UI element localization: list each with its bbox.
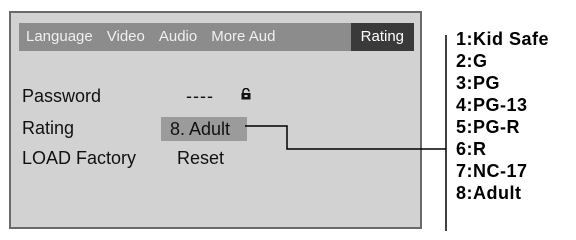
rating-options-list: 1:Kid Safe 2:G 3:PG 4:PG-13 5:PG-R 6:R 7… [456,28,549,204]
rating-option-7: 7:NC-17 [456,161,528,181]
rating-option-3: 3:PG [456,73,501,93]
rating-option-2: 2:G [456,51,488,71]
rating-option-8: 8:Adult [456,183,522,203]
rating-option-4: 4:PG-13 [456,95,528,115]
rating-option-5: 5:PG-R [456,117,521,137]
rating-option-1: 1:Kid Safe [456,29,550,49]
rating-option-6: 6:R [456,139,487,159]
